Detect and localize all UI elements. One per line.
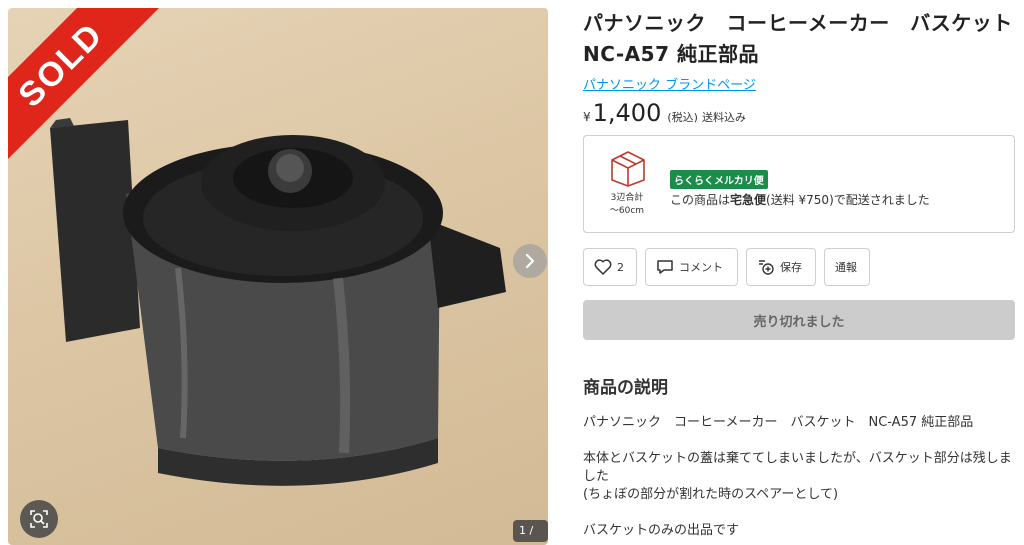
zoom-button[interactable] xyxy=(20,500,58,538)
size-label: 3辺合計 〜60cm xyxy=(594,192,660,218)
product-title: パナソニック コーヒーメーカー バスケット NC-A57 純正部品 xyxy=(583,11,1024,66)
like-count: 2 xyxy=(617,260,624,274)
comment-icon xyxy=(657,260,673,274)
sold-out-button[interactable]: 売り切れました xyxy=(583,300,1015,340)
size-label-line1: 3辺合計 xyxy=(610,193,644,203)
coffee-basket-image xyxy=(50,118,506,486)
price-row: ¥ 1,400 (税込) 送料込み xyxy=(583,99,1015,127)
shipping-info-box: 3辺合計 〜60cm らくらくメルカリ便 この商品は宅急便(送料 ¥750)で配… xyxy=(583,135,1015,233)
size-label-line2: 〜60cm xyxy=(609,206,645,216)
tax-label: (税込) xyxy=(667,111,698,124)
save-label: 保存 xyxy=(780,261,802,274)
action-bar: 2 コメント 保存 通報 xyxy=(583,248,1015,286)
add-list-icon xyxy=(759,260,774,275)
shipping-note-suffix: で配送されました xyxy=(833,193,930,207)
product-photo[interactable]: SOLD 1 / 4 xyxy=(8,8,548,545)
package-box-icon xyxy=(611,151,645,187)
next-image-button[interactable] xyxy=(513,244,547,278)
report-button[interactable]: 通報 xyxy=(824,248,870,286)
shipping-note: この商品は宅急便(送料 ¥750)で配送されました xyxy=(670,191,930,208)
report-label: 通報 xyxy=(835,261,857,274)
shipping-included-label: 送料込み xyxy=(701,111,746,124)
shipping-note-prefix: この商品は xyxy=(670,193,731,207)
zoom-search-icon xyxy=(30,510,48,528)
brand-page-link[interactable]: パナソニック ブランドページ xyxy=(583,74,756,93)
like-button[interactable]: 2 xyxy=(583,248,637,286)
comment-button[interactable]: コメント xyxy=(645,248,738,286)
heart-icon xyxy=(594,259,612,275)
shipping-method-badge: らくらくメルカリ便 xyxy=(670,170,768,189)
shipping-note-method: 宅急便 xyxy=(730,193,767,207)
currency-symbol: ¥ xyxy=(583,110,591,124)
image-counter: 1 / 4 xyxy=(513,520,548,542)
save-button[interactable]: 保存 xyxy=(746,248,816,286)
description-heading: 商品の説明 xyxy=(583,378,668,398)
shipping-note-fee: (送料 ¥750) xyxy=(766,193,834,207)
chevron-right-icon xyxy=(525,254,535,268)
price: 1,400 xyxy=(592,99,662,127)
product-panel: パナソニック コーヒーメーカー バスケット NC-A57 純正部品 パナソニック… xyxy=(583,8,1024,540)
description-text: パナソニック コーヒーメーカー バスケット NC-A57 純正部品 本体とバスケ… xyxy=(583,415,1012,538)
comment-label: コメント xyxy=(679,261,723,274)
